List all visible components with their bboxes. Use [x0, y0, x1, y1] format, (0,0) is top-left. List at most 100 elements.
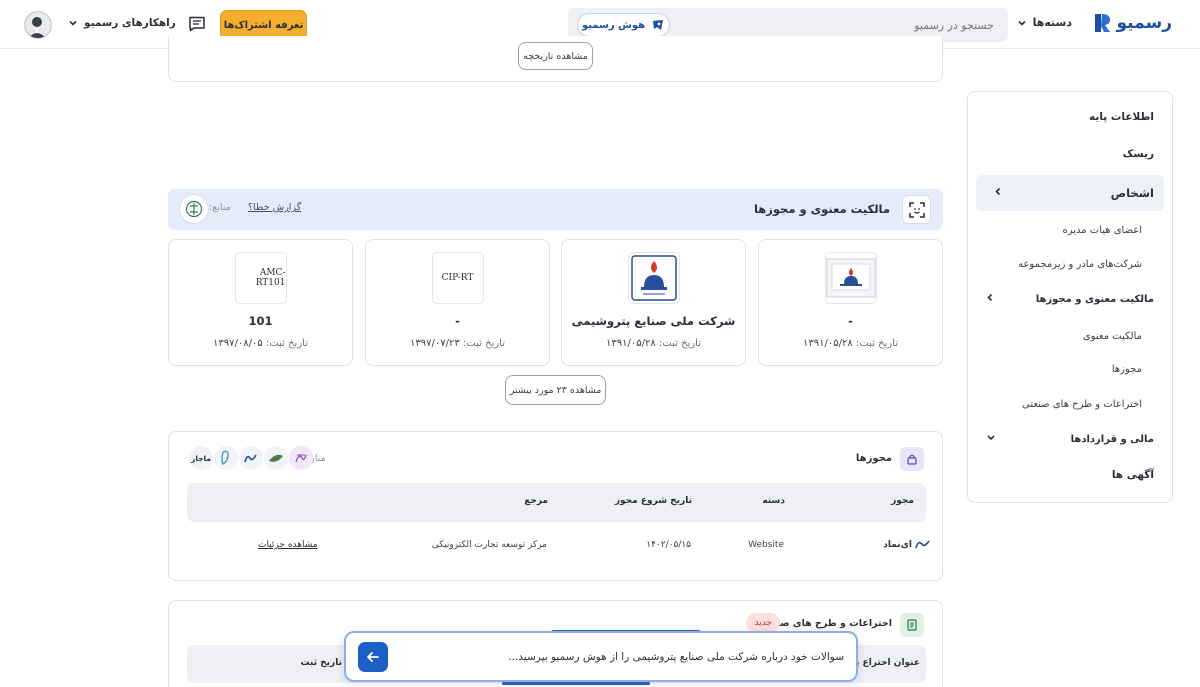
source-logo-majar[interactable]: ماجار: [189, 446, 213, 470]
license-authority: مرکز توسعه تجارت الکترونیکی: [431, 540, 547, 550]
ip-card-date-label: تاریخ ثبت:: [462, 338, 505, 349]
messages-icon[interactable]: [188, 16, 206, 32]
licenses-title: مجوزها: [855, 453, 892, 464]
solutions-label: راهکارهای رسمیو: [84, 17, 176, 29]
sources-label: منابع:: [209, 202, 231, 213]
sidebar-item-announcements[interactable]: آگهی ها: [968, 457, 1172, 493]
chevron-down-icon: [69, 20, 77, 26]
ip-section-title: مالکیت معنوی و مجوزها: [753, 202, 890, 216]
arrow-left-icon: [367, 652, 379, 662]
sidebar-item-label: ریسک: [1122, 148, 1154, 160]
sidebar-item-basic-info[interactable]: اطلاعات پایه: [968, 99, 1172, 135]
source-logo-text: ماجار: [191, 453, 211, 463]
ip-card-name: 101: [248, 314, 273, 328]
ip-card-date: تاریخ ثبت: ۱۳۹۱/۰۵/۲۸: [759, 338, 942, 349]
leaf-icon: [269, 454, 283, 462]
ip-card-date: تاریخ ثبت: ۱۳۹۷/۰۸/۰۵: [169, 338, 352, 349]
subscription-label: تعرفه اشتراک‌ها: [223, 19, 304, 31]
column-header[interactable]: مرجع: [524, 496, 548, 506]
user-avatar-icon: [25, 12, 51, 38]
ask-bar-glow: [502, 682, 650, 685]
column-header[interactable]: تاریخ ثبت: [300, 658, 342, 668]
enamad-icon: [915, 540, 930, 549]
column-header[interactable]: تاریخ شروع مجوز: [615, 496, 692, 506]
column-header[interactable]: عنوان اختراع یا: [853, 658, 920, 668]
calligraphy-icon: [295, 454, 307, 463]
sidebar-item-label: اعضای هیات مدیره: [1062, 224, 1142, 236]
license-start-date: ۱۴۰۲/۰۵/۱۵: [646, 540, 691, 550]
ip-card-name: -: [848, 314, 853, 328]
sidebar-item-finance-contracts[interactable]: مالی و قراردادها: [968, 424, 1172, 454]
sidebar-item-label: آگهی ها: [1111, 469, 1154, 481]
ip-card[interactable]: AMC-RT101 101 تاریخ ثبت: ۱۳۹۷/۰۸/۰۵: [168, 239, 353, 366]
source-logo-ribbon[interactable]: [214, 446, 238, 470]
source-logo-enamad[interactable]: [239, 446, 263, 470]
ip-card-name: -: [455, 314, 460, 328]
ip-card-date: تاریخ ثبت: ۱۳۹۱/۰۵/۲۸: [562, 338, 745, 349]
sidebar-item-board-members[interactable]: اعضای هیات مدیره: [968, 215, 1172, 245]
source-logo-iran-ip[interactable]: [179, 194, 209, 224]
ip-card-date: تاریخ ثبت: ۱۳۹۷/۰۷/۲۳: [366, 338, 549, 349]
user-avatar[interactable]: [24, 11, 52, 39]
ip-card[interactable]: شرکت ملی صنایع پتروشیمی تاریخ ثبت: ۱۳۹۱/…: [561, 239, 746, 366]
chevron-down-icon: [1018, 20, 1026, 26]
ip-card[interactable]: CIP-RT - تاریخ ثبت: ۱۳۹۷/۰۷/۲۳: [365, 239, 550, 366]
scan-face-icon: [908, 201, 925, 218]
ip-card-date-value: ۱۳۹۱/۰۵/۲۸: [803, 338, 853, 349]
ribbon-icon: [221, 450, 229, 465]
ip-card-name: شرکت ملی صنایع پتروشیمی: [571, 314, 736, 328]
petrochemical-logo-icon: [630, 255, 677, 301]
emblem-icon: [185, 200, 203, 218]
license-category: Website: [748, 540, 784, 550]
trademark-thumbnail-text: CIP-RT: [431, 252, 484, 304]
solutions-menu[interactable]: راهکارهای رسمیو: [68, 17, 176, 29]
sidebar-item-ip-licenses[interactable]: مالکیت معنوی و مجوزها: [968, 284, 1172, 314]
section-sidebar: اطلاعات پایه ریسک اشخاص اعضای هیات مدیره…: [967, 91, 1173, 503]
sidebar-item-label: اشخاص: [1110, 186, 1154, 200]
column-header[interactable]: مجوز: [891, 496, 914, 506]
source-logo-purple[interactable]: [289, 446, 313, 470]
sidebar-item-risk[interactable]: ریسک: [968, 136, 1172, 172]
ip-section-header: مالکیت معنوی و مجوزها گزارش خطا؟ منابع:: [168, 189, 943, 230]
ip-card-date-label: تاریخ ثبت:: [658, 338, 701, 349]
trademark-thumbnail: [627, 252, 680, 304]
column-header[interactable]: دسته: [762, 496, 785, 506]
logo-text: رسمیو: [1116, 13, 1173, 33]
licenses-card: مجوزها منابع: ماجار مجوز دسته تاریخ شروع…: [168, 431, 943, 581]
sidebar-item-label: مالکیت معنوی و مجوزها: [1035, 293, 1154, 305]
sidebar-item-intellectual-property[interactable]: مالکیت معنوی: [968, 321, 1172, 351]
rasmio-logo[interactable]: رسمیو: [1093, 12, 1173, 34]
sidebar-item-label: مجوزها: [1111, 363, 1142, 375]
license-source-logos: ماجار: [189, 446, 313, 470]
inventions-section-icon: [900, 613, 924, 637]
ai-question-input[interactable]: [404, 647, 844, 667]
ip-card-date-value: ۱۳۹۷/۰۷/۲۳: [410, 338, 460, 349]
send-question-button[interactable]: [358, 642, 388, 672]
sidebar-item-persons[interactable]: اشخاص: [976, 175, 1164, 211]
sidebar-item-label: اطلاعات پایه: [1089, 111, 1154, 123]
license-section-icon: [900, 447, 924, 471]
source-logo-green[interactable]: [264, 446, 288, 470]
ip-card[interactable]: - تاریخ ثبت: ۱۳۹۱/۰۵/۲۸: [758, 239, 943, 366]
ai-button-label: هوش رسمیو: [581, 19, 646, 31]
view-more-button[interactable]: مشاهده ۲۳ مورد بیشتر: [505, 375, 606, 405]
view-history-label: مشاهده تاریخچه: [523, 50, 588, 62]
categories-menu[interactable]: دسته‌ها: [1017, 16, 1072, 29]
sidebar-item-licenses[interactable]: مجوزها: [968, 354, 1172, 384]
trademark-thumbnail: [824, 252, 877, 304]
view-details-link[interactable]: مشاهده جزئیات: [258, 540, 318, 550]
license-name: ای‌نماد: [883, 540, 912, 550]
ai-assistant-button[interactable]: هوش رسمیو: [577, 13, 670, 37]
categories-label: دسته‌ها: [1032, 16, 1072, 29]
view-history-button[interactable]: مشاهده تاریخچه: [518, 42, 593, 70]
new-badge: جدید: [746, 613, 780, 632]
chevron-left-icon: [994, 187, 1002, 200]
enamad-icon: [244, 454, 257, 463]
sidebar-item-label: مالی و قراردادها: [1070, 433, 1154, 445]
sidebar-item-label: اختراعات و طرح های صنعتی: [1021, 398, 1142, 410]
sidebar-item-inventions[interactable]: اختراعات و طرح های صنعتی: [968, 389, 1172, 419]
licenses-table-header: مجوز دسته تاریخ شروع مجوز مرجع: [187, 483, 926, 522]
sidebar-item-parent-subsidiaries[interactable]: شرکت‌های مادر و زیرمجموعه: [968, 249, 1172, 279]
sidebar-item-label: مالکیت معنوی: [1082, 330, 1142, 342]
report-error-link[interactable]: گزارش خطا؟: [248, 202, 301, 213]
